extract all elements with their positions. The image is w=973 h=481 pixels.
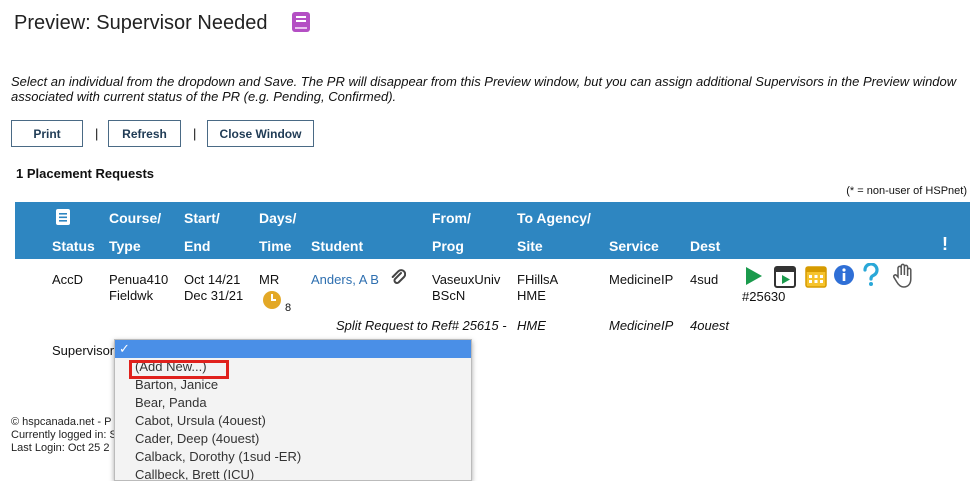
print-button[interactable]: Print: [11, 120, 83, 147]
calendar-play-icon[interactable]: [774, 264, 796, 288]
ref-number: #25630: [742, 289, 786, 304]
start-value: Oct 14/21: [184, 272, 241, 287]
split-service: MedicineIP: [609, 318, 674, 333]
dropdown-option[interactable]: Calback, Dorothy (1sud -ER): [115, 448, 471, 466]
time-count: 8: [285, 302, 292, 314]
legend-note: (* = non-user of HSPnet): [846, 185, 967, 197]
agency-value: FHillsA: [517, 272, 559, 287]
split-site: HME: [517, 318, 546, 333]
dropdown-option[interactable]: Bear, Panda: [115, 394, 471, 412]
dest-value: 4sud: [690, 272, 719, 287]
service-value: MedicineIP: [609, 272, 674, 287]
info-icon[interactable]: [833, 264, 855, 286]
col-dest[interactable]: Dest: [690, 238, 720, 254]
type-value: Fieldwk: [109, 288, 154, 303]
clock-icon[interactable]: [262, 290, 282, 310]
dropdown-option[interactable]: Cader, Deep (4ouest): [115, 430, 471, 448]
col-end[interactable]: End: [184, 238, 210, 254]
separator: |: [95, 126, 99, 141]
help-icon[interactable]: [862, 263, 880, 287]
paperclip-icon[interactable]: [390, 269, 406, 287]
col-to-agency[interactable]: To Agency/: [517, 210, 591, 226]
col-from[interactable]: From/: [432, 210, 471, 226]
days-value: MR: [259, 272, 280, 287]
student-link[interactable]: Anders, A B: [311, 272, 379, 288]
col-status[interactable]: Status: [52, 238, 95, 254]
footer-logged-in: Currently logged in: S: [11, 429, 117, 441]
col-course[interactable]: Course/: [109, 210, 161, 226]
from-value: VaseuxUniv: [432, 272, 501, 287]
col-service[interactable]: Service: [609, 238, 659, 254]
col-student[interactable]: Student: [311, 238, 363, 254]
course-value: Penua410: [109, 272, 169, 287]
supervisor-label: Supervisor: [52, 343, 115, 358]
page-title: Preview: Supervisor Needed: [14, 12, 268, 34]
prog-value: BScN: [432, 288, 466, 303]
col-start[interactable]: Start/: [184, 210, 220, 226]
col-alert: !: [942, 234, 948, 254]
col-type[interactable]: Type: [109, 238, 141, 254]
document-icon[interactable]: [55, 208, 71, 226]
placement-count: 1 Placement Requests: [16, 166, 155, 181]
supervisor-dropdown[interactable]: ✓ (Add New...) Barton, Janice Bear, Pand…: [114, 339, 472, 481]
table-header: Status Course/ Type Start/ End Days/ Tim…: [15, 202, 970, 259]
end-value: Dec 31/21: [184, 288, 244, 303]
book-icon: [292, 12, 310, 32]
play-icon[interactable]: [744, 265, 764, 287]
site-value: HME: [517, 288, 546, 303]
split-dest: 4ouest: [690, 318, 730, 333]
split-request-text: Split Request to Ref# 25615 -: [336, 318, 507, 333]
calendar-icon[interactable]: [805, 264, 827, 288]
footer-copyright: © hspcanada.net - P: [11, 416, 112, 428]
dropdown-option[interactable]: Callbeck, Brett (ICU): [115, 466, 471, 480]
status-value: AccD: [52, 272, 84, 287]
hand-stop-icon[interactable]: [892, 263, 916, 289]
col-time[interactable]: Time: [259, 238, 291, 254]
refresh-button[interactable]: Refresh: [108, 120, 181, 147]
dropdown-selected-option[interactable]: ✓: [115, 340, 471, 358]
dropdown-option[interactable]: Cabot, Ursula (4ouest): [115, 412, 471, 430]
close-window-button[interactable]: Close Window: [207, 120, 314, 147]
col-days[interactable]: Days/: [259, 210, 296, 226]
separator: |: [193, 126, 197, 141]
highlight-box: [129, 360, 229, 379]
instructions-text: Select an individual from the dropdown a…: [11, 74, 957, 104]
col-site[interactable]: Site: [517, 238, 543, 254]
col-prog[interactable]: Prog: [432, 238, 464, 254]
footer-last-login: Last Login: Oct 25 2: [11, 442, 110, 454]
